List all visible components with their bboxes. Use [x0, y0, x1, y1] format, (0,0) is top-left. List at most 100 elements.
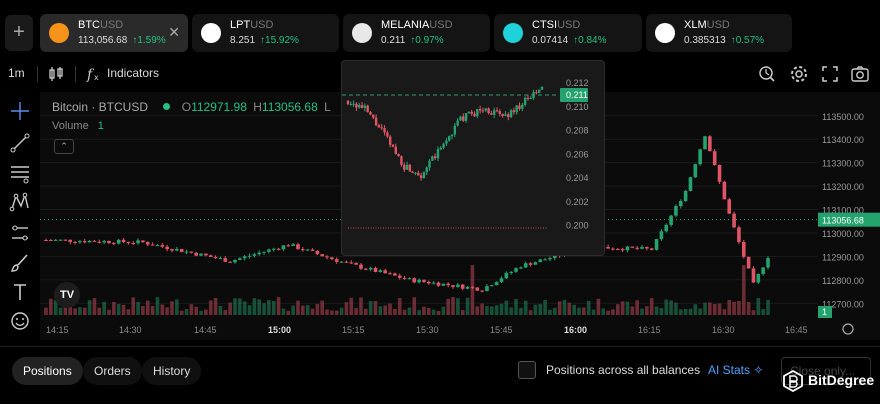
volume-bar	[194, 306, 199, 315]
fullscreen-icon[interactable]	[820, 64, 840, 84]
ticker-xlm[interactable]: XLMUSD 0.385313 ↑0.57%	[646, 14, 792, 52]
horizontal-lines-icon[interactable]	[9, 162, 31, 184]
volume-bar	[325, 309, 329, 315]
crosshair-icon[interactable]	[9, 100, 31, 122]
volume-bar	[649, 298, 654, 315]
candle-body	[320, 254, 325, 257]
candle-body	[63, 239, 68, 241]
volume-bar	[359, 297, 363, 315]
volume-bar	[92, 298, 97, 315]
preview-candle-body	[349, 104, 353, 106]
volume-bar	[577, 307, 581, 315]
preview-candlestick-svg: 0.212 0.210 0.208 0.206 0.204 0.202 0.200 0.211	[342, 78, 589, 231]
ticker-ctsi[interactable]: CTSIUSD 0.07414 ↑0.84%	[494, 14, 642, 52]
preview-candle-body	[448, 136, 451, 141]
volume-bar	[213, 297, 218, 315]
candle-body	[349, 262, 354, 264]
preview-candle-body	[529, 98, 532, 100]
volume-bar	[44, 307, 48, 315]
measure-icon[interactable]	[9, 222, 31, 244]
ticker-symbol: XLMUSD	[684, 19, 730, 31]
candle-body	[645, 247, 649, 249]
candle-body	[674, 206, 678, 216]
preview-candle-body	[360, 105, 364, 108]
preview-y-tick-label: 0.204	[566, 173, 589, 183]
ticker-btc[interactable]: BTCUSD 113,056.68 ↑1.59% ✕	[40, 14, 188, 52]
preview-candle-body	[445, 140, 448, 144]
volume-bar	[746, 302, 751, 315]
legend-open-label: O	[181, 100, 192, 114]
preview-candle-body	[439, 147, 442, 150]
tradingview-logo[interactable]: TV	[54, 282, 80, 308]
preview-candle-body	[358, 105, 361, 108]
preview-candle-body	[498, 111, 502, 114]
candle-body	[228, 261, 232, 263]
tab-orders[interactable]: Orders	[83, 357, 142, 385]
indicators-button[interactable]: Indicators	[107, 66, 159, 80]
ai-stats-link[interactable]: AI Stats ✧	[708, 363, 763, 377]
x-tick-label: 14:45	[194, 325, 217, 335]
ticker-price: 0.385313	[684, 35, 726, 46]
tab-positions[interactable]: Positions	[12, 357, 83, 385]
candle-body	[49, 240, 53, 242]
close-ticker-icon[interactable]: ✕	[168, 24, 180, 41]
candle-body	[611, 248, 615, 250]
candle-body	[189, 251, 194, 253]
ticker-quote: USD	[429, 19, 453, 31]
collapse-legend-button[interactable]: ⌃	[54, 139, 74, 154]
tab-history[interactable]: History	[142, 357, 202, 385]
interval-selector[interactable]: 1m	[8, 66, 25, 80]
pattern-icon[interactable]	[9, 191, 31, 213]
candle-body	[756, 273, 761, 283]
ticker-quote: USD	[250, 19, 274, 31]
volume-bar	[489, 306, 494, 315]
all-balances-checkbox[interactable]	[518, 361, 536, 379]
candle-body	[68, 239, 73, 242]
preview-candle-body	[397, 153, 400, 157]
gear-icon[interactable]	[789, 64, 809, 84]
ticker-melania[interactable]: MELANIAUSD 0.211 ↑0.97%	[343, 14, 490, 52]
volume-bar	[252, 298, 257, 315]
preview-candle-body	[478, 108, 482, 111]
volume-bar	[397, 298, 402, 315]
candles-icon[interactable]	[46, 64, 66, 84]
volume-bar	[393, 309, 397, 315]
reset-scale-icon	[842, 323, 854, 335]
ticker-lpt[interactable]: LPTUSD 8.251 ↑15.92%	[192, 14, 339, 52]
x-tick-label: 16:15	[638, 325, 661, 335]
preview-candle-body	[512, 110, 516, 113]
volume-bar	[238, 298, 242, 315]
indicators-icon[interactable]: fx	[84, 64, 104, 84]
candle-body	[606, 246, 610, 249]
candle-body	[485, 286, 489, 292]
ticker-price-line: 0.385313 ↑0.57%	[684, 35, 764, 46]
emoji-icon[interactable]	[9, 310, 31, 332]
preview-candle-body	[411, 171, 414, 173]
candle-body	[504, 272, 509, 279]
volume-bar	[417, 310, 421, 315]
volume-bar	[310, 308, 315, 315]
candle-body	[615, 249, 620, 251]
candle-body	[722, 181, 727, 200]
volume-bar	[630, 306, 635, 315]
brush-icon[interactable]	[9, 252, 31, 274]
ticker-price-line: 113,056.68 ↑1.59%	[78, 35, 166, 46]
preview-candle-body	[405, 164, 409, 170]
ticker-change: ↑1.59%	[132, 35, 166, 46]
volume-bar	[97, 307, 102, 315]
volume-bar	[102, 301, 106, 315]
preview-candle-body	[490, 113, 493, 115]
volume-bar	[548, 309, 552, 315]
volume-bar	[557, 301, 562, 315]
candle-body	[654, 239, 659, 250]
replay-icon[interactable]	[757, 64, 777, 84]
ticker-symbol: MELANIAUSD	[381, 19, 453, 31]
add-ticker-button[interactable]: +	[5, 15, 33, 51]
trend-line-icon[interactable]	[9, 132, 31, 154]
candle-body	[165, 246, 169, 250]
text-tool-icon[interactable]	[9, 281, 31, 303]
candle-body	[761, 267, 765, 274]
volume-bar	[131, 297, 136, 315]
camera-icon[interactable]	[850, 64, 870, 84]
volume-bar	[344, 302, 349, 315]
